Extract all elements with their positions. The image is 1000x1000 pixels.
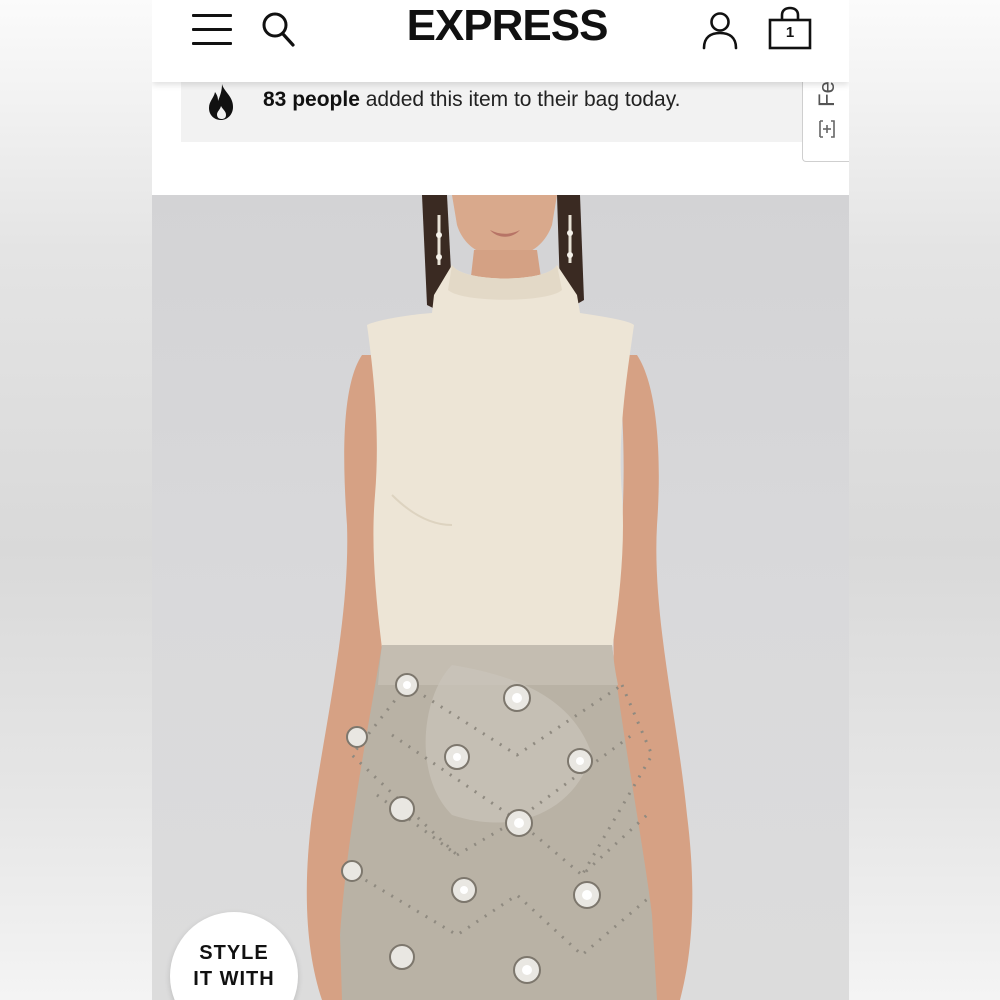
product-photo	[306, 195, 693, 1000]
menu-icon[interactable]	[192, 14, 232, 46]
search-icon[interactable]	[260, 10, 296, 48]
right-backdrop	[849, 0, 1000, 1000]
express-logo[interactable]: EXPRESS	[397, 2, 617, 50]
plus-box-icon	[819, 120, 835, 138]
social-proof-text: 83 people added this item to their bag t…	[263, 88, 681, 112]
fire-icon	[209, 84, 233, 120]
style-it-with-line1: STYLE	[199, 942, 269, 964]
style-it-with-line2: IT WITH	[193, 968, 275, 990]
people-count: 83 people	[263, 88, 360, 111]
social-proof-message: added this item to their bag today.	[359, 88, 681, 111]
left-backdrop	[0, 0, 152, 1000]
bag-count-badge: 1	[785, 24, 795, 41]
site-header: EXPRESS 1	[152, 0, 849, 82]
product-page: EXPRESS 1 83 people added this item to t…	[152, 0, 849, 1000]
social-proof-banner: 83 people added this item to their bag t…	[181, 82, 802, 142]
product-image[interactable]	[152, 195, 849, 1000]
account-icon[interactable]	[700, 10, 740, 50]
